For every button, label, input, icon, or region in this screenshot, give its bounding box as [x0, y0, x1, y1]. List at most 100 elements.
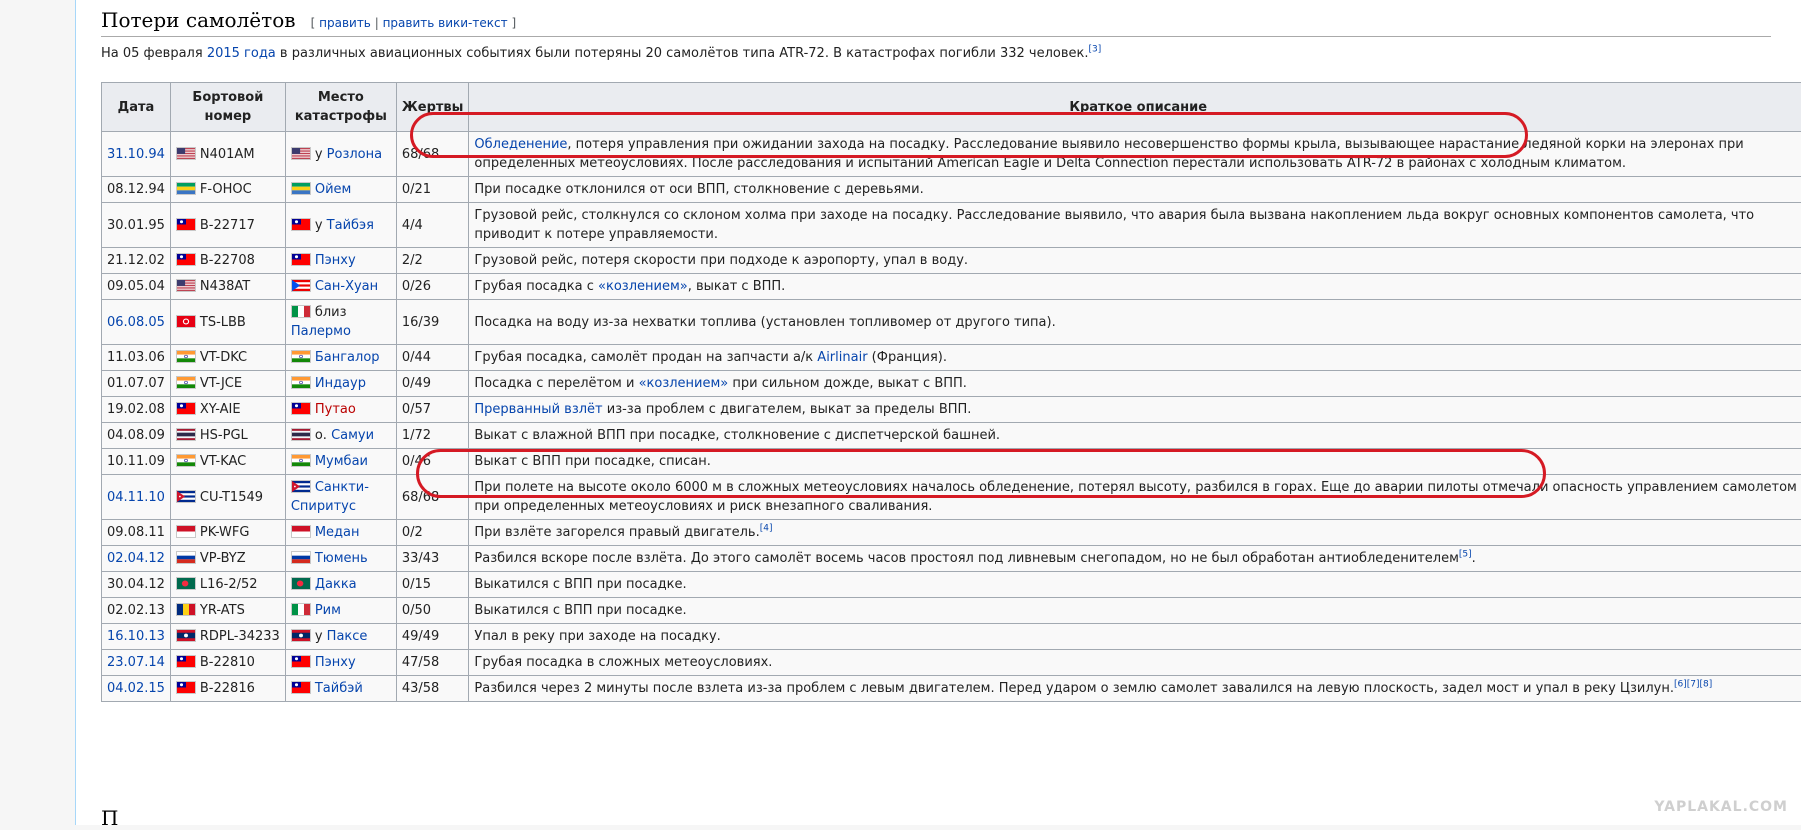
registration-text: B-22717	[200, 218, 255, 233]
date-link[interactable]: 31.10.94	[107, 147, 165, 162]
place-link[interactable]: Палермо	[291, 324, 351, 339]
header-victims[interactable]: Жертвы	[396, 83, 469, 132]
place-link[interactable]: Тюмень	[315, 551, 368, 566]
table-row: 10.11.09VT-KACМумбаи0/46Выкат с ВПП при …	[102, 449, 1801, 475]
place-link[interactable]: Индаур	[315, 376, 366, 391]
registration-text: B-22816	[200, 681, 255, 696]
cell-date[interactable]: 04.11.10	[102, 475, 171, 520]
place-link[interactable]: Дакка	[315, 577, 357, 592]
cell-date: 30.01.95	[102, 203, 171, 248]
table-row: 21.12.02B-22708Пэнху2/2Грузовой рейс, по…	[102, 248, 1801, 274]
cell-registration: B-22708	[170, 248, 285, 274]
cell-date: 21.12.02	[102, 248, 171, 274]
taiwan-flag-icon	[291, 218, 315, 233]
edit-source-link[interactable]: править вики-текст	[383, 16, 508, 30]
ref-link[interactable]: [3]	[1089, 45, 1102, 55]
description-link[interactable]: Обледенение	[474, 137, 567, 152]
indonesia-flag-icon	[291, 525, 315, 540]
place-link[interactable]: Ойем	[315, 182, 352, 197]
india-flag-icon	[176, 376, 200, 391]
description-link[interactable]: «козлением»	[639, 376, 729, 391]
header-registration[interactable]: Бортовой номер	[170, 83, 285, 132]
italy-flag-icon	[291, 305, 315, 320]
cell-registration: VT-DKC	[170, 345, 285, 371]
russia-flag-icon	[176, 551, 200, 566]
table-row: 08.12.94F-OHOCОйем0/21При посадке отклон…	[102, 177, 1801, 203]
cell-date[interactable]: 31.10.94	[102, 132, 171, 177]
registration-text: VP-BYZ	[200, 551, 246, 566]
place-link[interactable]: Медан	[315, 525, 360, 540]
cell-date[interactable]: 16.10.13	[102, 624, 171, 650]
cell-description: Упал в реку при заходе на посадку.	[469, 624, 1801, 650]
place-link[interactable]: Пэнху	[315, 655, 356, 670]
cell-registration: F-OHOC	[170, 177, 285, 203]
registration-text: B-22810	[200, 655, 255, 670]
edit-link[interactable]: править	[319, 16, 371, 30]
cell-registration: PK-WFG	[170, 520, 285, 546]
cell-date[interactable]: 02.04.12	[102, 546, 171, 572]
cell-description: Обледенение, потеря управления при ожида…	[469, 132, 1801, 177]
next-section-heading: П	[101, 806, 118, 830]
date-text: 02.02.13	[107, 603, 165, 618]
header-place[interactable]: Место катастрофы	[285, 83, 396, 132]
date-link[interactable]: 04.02.15	[107, 681, 165, 696]
cell-victims: 2/2	[396, 248, 469, 274]
place-link[interactable]: Путао	[315, 402, 356, 417]
place-link[interactable]: Самуи	[331, 428, 374, 443]
table-row: 19.02.08XY-AIEПутао0/57Прерванный взлёт …	[102, 397, 1801, 423]
place-link[interactable]: Паксе	[327, 629, 368, 644]
taiwan-flag-icon	[176, 253, 200, 268]
cell-victims: 43/58	[396, 676, 469, 702]
year-link[interactable]: 2015 года	[207, 46, 276, 61]
description-text: При посадке отклонился от оси ВПП, столк…	[474, 182, 923, 197]
date-link[interactable]: 02.04.12	[107, 551, 165, 566]
ref-link[interactable]: [4]	[760, 524, 773, 534]
cell-date[interactable]: 06.08.05	[102, 300, 171, 345]
date-link[interactable]: 06.08.05	[107, 315, 165, 330]
date-text: 21.12.02	[107, 253, 165, 268]
place-prefix: у	[315, 629, 327, 644]
registration-text: F-OHOC	[200, 182, 252, 197]
description-text: Выкат с влажной ВПП при посадке, столкно…	[474, 428, 1000, 443]
description-text: при сильном дожде, выкат с ВПП.	[728, 376, 967, 391]
place-link[interactable]: Пэнху	[315, 253, 356, 268]
cell-place: Рим	[285, 598, 396, 624]
cell-date: 09.05.04	[102, 274, 171, 300]
cell-description: Выкат с влажной ВПП при посадке, столкно…	[469, 423, 1801, 449]
section-title: Потери самолётов	[101, 8, 296, 32]
registration-text: VT-DKC	[200, 350, 247, 365]
us-flag-icon	[291, 147, 315, 162]
cell-place: Ойем	[285, 177, 396, 203]
table-row: 04.08.09HS-PGLо. Самуи1/72Выкат с влажно…	[102, 423, 1801, 449]
registration-text: VT-JCE	[200, 376, 242, 391]
cell-victims: 0/2	[396, 520, 469, 546]
ref-link[interactable]: [6][7][8]	[1674, 680, 1712, 690]
header-date[interactable]: Дата	[102, 83, 171, 132]
place-link[interactable]: Розлона	[327, 147, 382, 162]
taiwan-flag-icon	[291, 655, 315, 670]
date-link[interactable]: 04.11.10	[107, 490, 165, 505]
cell-date[interactable]: 04.02.15	[102, 676, 171, 702]
ref-link[interactable]: [5]	[1459, 550, 1472, 560]
cell-victims: 0/49	[396, 371, 469, 397]
place-link[interactable]: Сан-Хуан	[315, 279, 378, 294]
description-link[interactable]: Прерванный взлёт	[474, 402, 602, 417]
cell-victims: 4/4	[396, 203, 469, 248]
description-link[interactable]: Airlinair	[817, 350, 867, 365]
description-link[interactable]: «козлением»	[598, 279, 688, 294]
place-link[interactable]: Рим	[315, 603, 341, 618]
place-link[interactable]: Бангалор	[315, 350, 380, 365]
date-link[interactable]: 16.10.13	[107, 629, 165, 644]
thailand-flag-icon	[176, 428, 200, 443]
place-link[interactable]: Мумбаи	[315, 454, 368, 469]
cell-description: Выкат с ВПП при посадке, списан.	[469, 449, 1801, 475]
cell-date[interactable]: 23.07.14	[102, 650, 171, 676]
us-flag-icon	[176, 279, 200, 294]
description-text: Выкатился с ВПП при посадке.	[474, 577, 686, 592]
date-text: 30.04.12	[107, 577, 165, 592]
header-description[interactable]: Краткое описание	[469, 83, 1801, 132]
russia-flag-icon	[291, 551, 315, 566]
place-link[interactable]: Тайбэй	[315, 681, 363, 696]
place-link[interactable]: Тайбэя	[327, 218, 374, 233]
date-link[interactable]: 23.07.14	[107, 655, 165, 670]
